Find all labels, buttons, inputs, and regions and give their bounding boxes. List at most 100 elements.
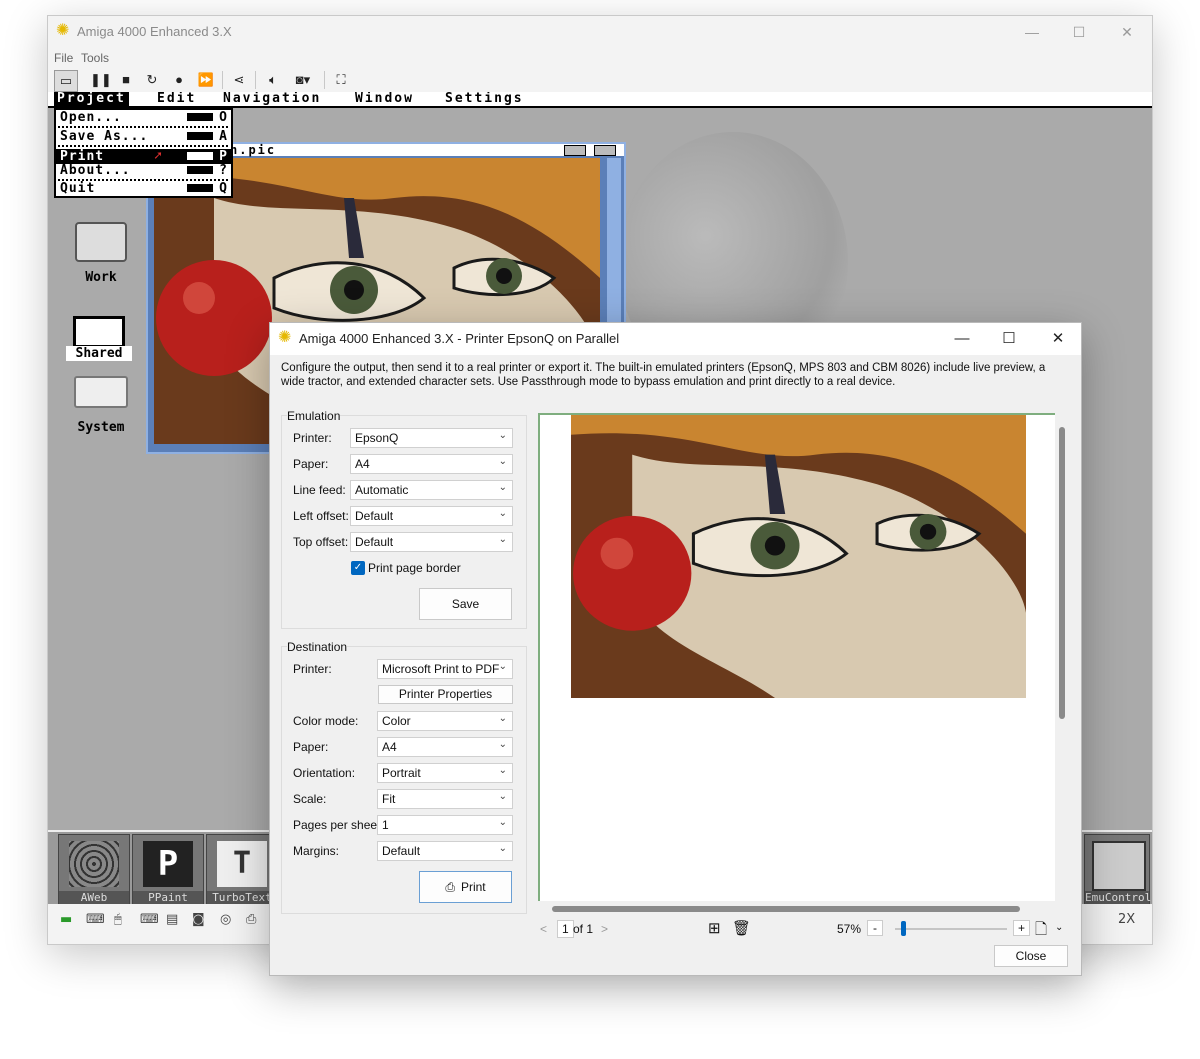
zoom-out-button[interactable]: - [867, 920, 883, 936]
menu-item-print[interactable]: Print ➚ P [56, 149, 231, 164]
menu-item-label: Print [60, 149, 105, 164]
volume-icon[interactable]: 🔈︎ [263, 70, 283, 90]
toolbar: ▭ ❚❚ ■ ↻ ● ⏩ ⋖ 🔈︎ ◙▾ ⛶ [48, 68, 1152, 92]
icon-label: System [77, 420, 125, 435]
icon-label: Work [85, 270, 117, 285]
print-page-border-checkbox[interactable]: ✓ [351, 561, 365, 575]
menu-item-about[interactable]: About... ? [56, 163, 231, 178]
close-button[interactable]: Close [994, 945, 1068, 967]
dock-turbotext[interactable]: T TurboText [206, 834, 278, 906]
minimize-icon[interactable]: — [1022, 22, 1042, 42]
select-value: Portrait [382, 766, 421, 780]
amiga-menu-edit[interactable]: Edit [157, 92, 196, 106]
pages-per-sheet-select[interactable]: 1 ⌄ [377, 815, 513, 835]
amiga-key-icon [187, 113, 213, 121]
zoom-level[interactable]: 2X [1118, 912, 1135, 927]
screen-icon[interactable]: ▭ [54, 70, 78, 92]
amiga-key-icon [187, 184, 213, 192]
prev-page-icon[interactable]: < [540, 922, 547, 936]
cd-drive-icon[interactable]: ◎ [220, 912, 231, 927]
reset-icon[interactable]: ↻ [143, 70, 161, 90]
save-button[interactable]: Save [419, 588, 512, 620]
menu-item-shortcut: O [219, 110, 228, 125]
minimize-icon[interactable]: — [950, 328, 974, 350]
camera-icon[interactable]: ◙▾ [289, 70, 317, 90]
add-page-icon[interactable]: ⊞ [708, 919, 721, 937]
floppy-drive-icon[interactable]: ▤ [166, 912, 178, 927]
print-preview[interactable] [538, 413, 1055, 901]
dock-aweb[interactable]: AWeb [58, 834, 130, 906]
dock-label: PPaint [133, 891, 203, 905]
menu-item-open[interactable]: Open... O [56, 110, 231, 125]
record-icon[interactable]: ● [170, 70, 188, 90]
preview-vertical-scrollbar[interactable] [1059, 427, 1065, 719]
dock-ppaint[interactable]: P PPaint [132, 834, 204, 906]
printer-icon[interactable]: ⎙ [246, 912, 256, 927]
app-flower-icon: ✺ [56, 22, 70, 39]
icon-label: Shared [66, 346, 132, 361]
dest-printer-select[interactable]: Microsoft Print to PDF ⌄ [377, 659, 513, 679]
emu-printer-select[interactable]: EpsonQ ⌄ [350, 428, 513, 448]
zoom-in-button[interactable]: + [1013, 920, 1031, 936]
chevron-down-icon: ⌄ [498, 482, 507, 493]
left-offset-select[interactable]: Default ⌄ [350, 506, 513, 526]
amiga-menu-project[interactable]: Project [54, 92, 129, 106]
printer-icon: ⎙ [445, 880, 455, 894]
maximize-icon[interactable]: ☐ [1069, 22, 1089, 42]
menu-item-shortcut: A [219, 129, 228, 144]
dest-paper-select[interactable]: A4 ⌄ [377, 737, 513, 757]
shared-drive-icon[interactable]: Shared [66, 316, 132, 361]
scale-select[interactable]: Fit ⌄ [377, 789, 513, 809]
orientation-select[interactable]: Portrait ⌄ [377, 763, 513, 783]
next-page-icon[interactable]: > [601, 922, 608, 936]
system-drive-icon[interactable]: System [66, 376, 136, 435]
stop-icon[interactable]: ■ [117, 70, 135, 90]
emu-paper-select[interactable]: A4 ⌄ [350, 454, 513, 474]
chevron-down-icon: ⌄ [498, 534, 507, 545]
share-icon[interactable]: ⋖ [230, 70, 248, 90]
select-value: Automatic [355, 483, 409, 497]
chevron-down-icon[interactable]: ⌄ [1055, 922, 1063, 933]
keyboard-icon[interactable]: ⌨ [140, 912, 159, 927]
keyboard-icon[interactable]: ⌨ [86, 912, 105, 927]
page-number-input[interactable]: 1 [557, 920, 574, 938]
select-value: Microsoft Print to PDF [382, 662, 500, 676]
mouse-icon[interactable]: 🖱︎ [114, 912, 122, 927]
amiga-menu-window[interactable]: Window [355, 92, 414, 106]
amiga-menu-navigation[interactable]: Navigation [223, 92, 321, 106]
preview-horizontal-scrollbar[interactable] [552, 906, 1020, 912]
printer-properties-button[interactable]: Printer Properties [378, 685, 513, 704]
zoom-slider[interactable] [895, 928, 1007, 930]
color-mode-select[interactable]: Color ⌄ [377, 711, 513, 731]
dialog-title-bar: ✺ Amiga 4000 Enhanced 3.X - Printer Epso… [270, 323, 1081, 355]
trash-icon[interactable]: 🗑︎ [732, 919, 751, 937]
dock-emucontrol[interactable]: EmuControl [1084, 834, 1151, 906]
zoom-slider-thumb[interactable] [900, 921, 906, 936]
hard-disk-icon[interactable]: ◙ [192, 912, 205, 927]
chevron-down-icon: ⌄ [498, 765, 507, 776]
line-feed-select[interactable]: Automatic ⌄ [350, 480, 513, 500]
close-icon[interactable]: ✕ [1117, 22, 1137, 42]
fullscreen-icon[interactable]: ⛶ [332, 70, 350, 90]
pause-icon[interactable]: ❚❚ [90, 70, 112, 90]
chevron-down-icon: ⌄ [498, 817, 507, 828]
menu-divider [58, 126, 229, 128]
page-setup-icon[interactable]: 🗋︎ [1035, 919, 1047, 944]
menu-item-save-as[interactable]: Save As... A [56, 129, 231, 144]
maximize-icon[interactable]: ☐ [997, 328, 1021, 350]
menu-item-shortcut: P [219, 149, 228, 164]
print-button[interactable]: ⎙ Print [419, 871, 512, 903]
menu-item-quit[interactable]: Quit Q [56, 181, 231, 196]
work-drive-icon[interactable]: Work [70, 222, 132, 285]
select-value: Default [355, 535, 394, 549]
menu-file[interactable]: File [54, 51, 73, 65]
left-offset-label: Left offset: [293, 509, 349, 523]
close-icon[interactable]: ✕ [1046, 328, 1070, 350]
margins-select[interactable]: Default ⌄ [377, 841, 513, 861]
top-offset-select[interactable]: Default ⌄ [350, 532, 513, 552]
menu-tools[interactable]: Tools [81, 51, 109, 65]
depth-icon[interactable] [564, 145, 586, 156]
amiga-menu-settings[interactable]: Settings [445, 92, 524, 106]
fast-forward-icon[interactable]: ⏩ [197, 70, 215, 90]
zoom-gadget-icon[interactable] [594, 145, 616, 156]
